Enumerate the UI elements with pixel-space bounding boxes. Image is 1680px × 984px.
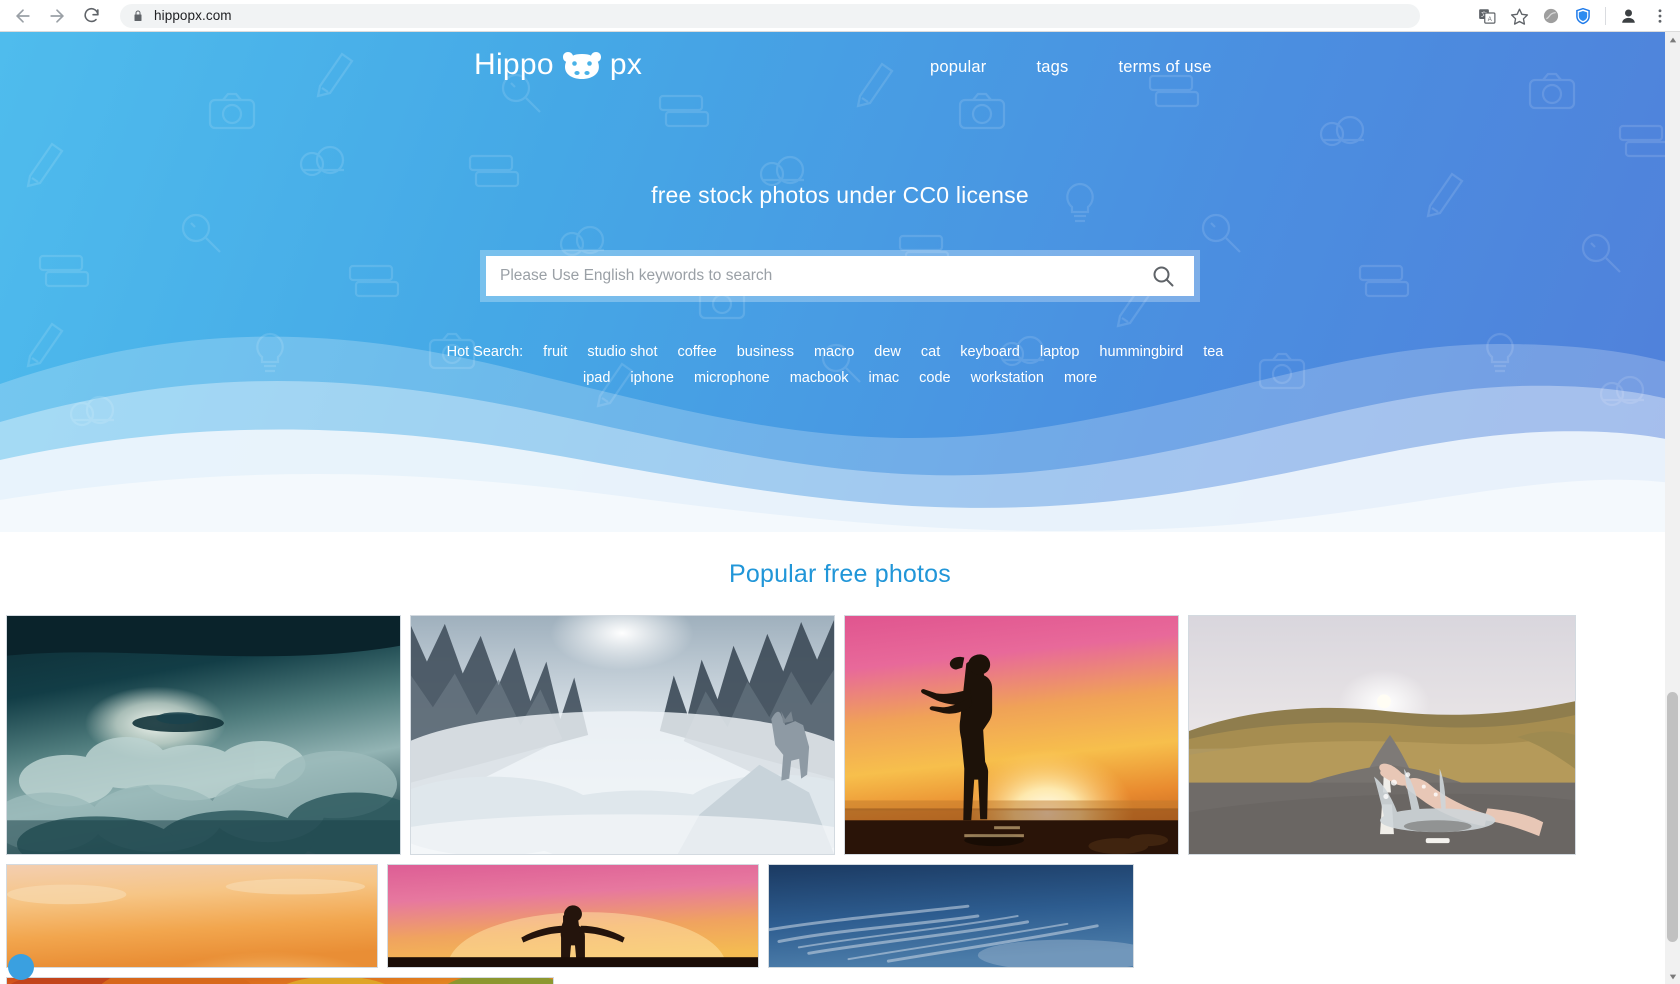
popular-photos-section: Popular free photos [0,532,1680,984]
hot-tag-microphone[interactable]: microphone [694,370,770,386]
hot-tag-more[interactable]: more [1064,370,1097,386]
search-container [480,250,1200,302]
hot-tag-cat[interactable]: cat [921,344,940,360]
url-text: hippopx.com [154,8,232,23]
hot-tag-dew[interactable]: dew [874,344,901,360]
hot-tag-iphone[interactable]: iphone [630,370,674,386]
hot-tag-code[interactable]: code [919,370,950,386]
hero-section: Hippo px popular tags terms of use free … [0,32,1680,532]
photo-card[interactable] [768,864,1134,968]
hot-search-section: Hot Search: fruit studio shot coffee busines… [0,339,1680,391]
hot-tag-hummingbird[interactable]: hummingbird [1099,344,1183,360]
hot-tag-macbook[interactable]: macbook [790,370,849,386]
photo-golden-sunset [7,865,377,967]
toolbar-right-icons: 文A [1471,0,1680,32]
hot-search-row-2: ipad iphone microphone macbook imac code works… [0,365,1680,391]
extension-icon[interactable] [1535,1,1567,31]
forward-button[interactable] [40,1,74,31]
logo-text-right: px [609,48,643,81]
photo-wolf-mist [411,616,834,854]
scrollbar-up-arrow[interactable] [1665,32,1680,47]
translate-icon[interactable]: 文A [1471,1,1503,31]
search-box [486,256,1194,296]
photo-road-hand-splash [1189,616,1575,854]
page-scrollbar[interactable] [1665,32,1680,984]
shield-icon[interactable] [1567,1,1599,31]
toolbar-divider [1605,7,1606,25]
search-button[interactable] [1146,259,1180,293]
hero-tagline: free stock photos under CC0 license [651,182,1029,208]
popular-section-title: Popular free photos [728,560,951,588]
hot-tag-macro[interactable]: macro [814,344,854,360]
three-dot-menu-icon[interactable] [1644,1,1676,31]
site-nav: popular tags terms of use [930,58,1212,77]
hot-tag-laptop[interactable]: laptop [1040,344,1080,360]
hot-tag-coffee[interactable]: coffee [677,344,716,360]
photo-card[interactable] [387,864,759,968]
hippo-face-icon [562,52,601,79]
logo-text-left: Hippo [474,48,554,81]
hot-tag-studio-shot[interactable]: studio shot [587,344,657,360]
photo-autumn-maple [7,978,553,984]
reload-button[interactable] [74,1,108,31]
hot-tag-imac[interactable]: imac [869,370,900,386]
photo-card[interactable] [6,864,378,968]
photo-grid [0,615,1680,984]
photo-card[interactable] [844,615,1179,855]
star-icon[interactable] [1503,1,1535,31]
hot-tag-workstation[interactable]: workstation [971,370,1044,386]
photo-sunset-silhouette [845,616,1178,854]
search-icon [1153,266,1174,287]
scroll-to-top-button[interactable] [8,954,34,980]
site-logo[interactable]: Hippo px [474,48,642,82]
nav-item-tags[interactable]: tags [1036,58,1068,77]
photo-pink-sunset-arms [388,865,758,967]
hot-tag-tea[interactable]: tea [1203,344,1223,360]
profile-avatar-icon[interactable] [1612,1,1644,31]
browser-toolbar: hippopx.com 文A [0,0,1680,32]
photo-blue-sky-clouds [769,865,1133,967]
hot-tag-fruit[interactable]: fruit [543,344,567,360]
search-input[interactable] [500,256,1146,296]
nav-item-terms-of-use[interactable]: terms of use [1118,58,1211,77]
photo-clouds-ufo [7,616,400,854]
photo-card[interactable] [6,615,401,855]
page-viewport: Hippo px popular tags terms of use free … [0,32,1680,984]
lock-icon [132,9,144,23]
hot-tag-ipad[interactable]: ipad [583,370,610,386]
scrollbar-down-arrow[interactable] [1665,969,1680,984]
svg-text:A: A [1488,17,1492,23]
hot-search-label: Hot Search: [446,344,524,360]
nav-item-popular[interactable]: popular [930,58,986,77]
photo-card[interactable] [410,615,835,855]
photo-card[interactable] [1188,615,1576,855]
hot-tag-keyboard[interactable]: keyboard [960,344,1020,360]
back-button[interactable] [6,1,40,31]
scrollbar-thumb[interactable] [1667,692,1678,942]
address-bar[interactable]: hippopx.com [120,3,1420,28]
photo-card[interactable] [6,977,554,984]
navigation-buttons [0,1,108,31]
hot-tag-business[interactable]: business [737,344,794,360]
